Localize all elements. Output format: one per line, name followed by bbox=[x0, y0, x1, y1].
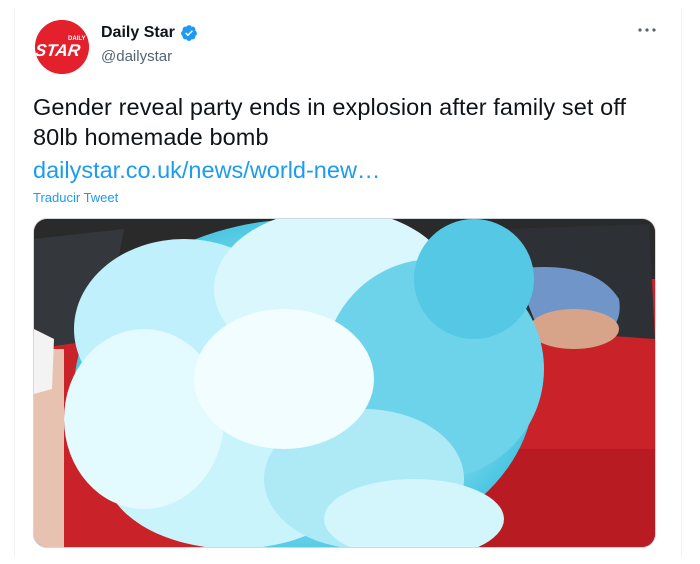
tweet-link[interactable]: dailystar.co.uk/news/world-new… bbox=[33, 155, 380, 185]
tweet-card[interactable]: DAILY STAR Daily Star @dailystar Gender … bbox=[14, 8, 682, 556]
avatar[interactable]: DAILY STAR bbox=[35, 20, 89, 74]
tweet-media-photo[interactable] bbox=[33, 218, 656, 548]
author-display-name[interactable]: Daily Star bbox=[101, 24, 175, 42]
tweet-text: Gender reveal party ends in explosion af… bbox=[33, 94, 627, 150]
gender-reveal-smoke-photo bbox=[34, 219, 655, 547]
daily-star-logo-icon: DAILY STAR bbox=[35, 20, 89, 74]
author-name-row: Daily Star bbox=[101, 24, 198, 42]
verified-badge-icon bbox=[180, 24, 198, 42]
author-handle[interactable]: @dailystar bbox=[101, 48, 172, 65]
avatar-logo-text: STAR bbox=[35, 41, 82, 60]
translate-tweet-link[interactable]: Traducir Tweet bbox=[33, 190, 118, 205]
more-horizontal-icon[interactable] bbox=[635, 18, 659, 42]
